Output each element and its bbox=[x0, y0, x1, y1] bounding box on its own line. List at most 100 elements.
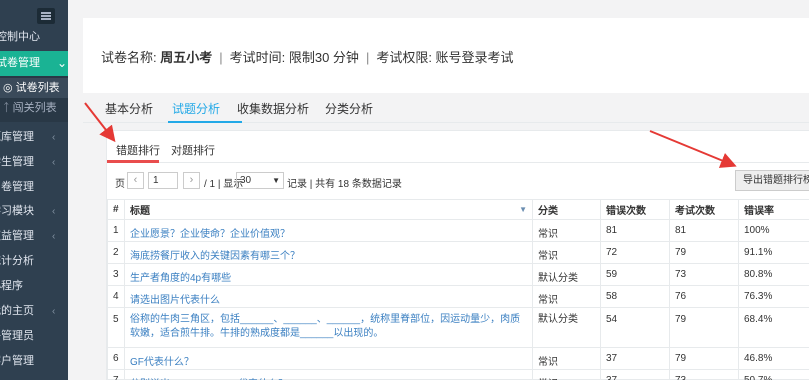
cell-index: 7 bbox=[107, 369, 125, 380]
caret-down-icon: ▼ bbox=[272, 176, 280, 185]
table-row: 2 海底捞餐厅收入的关键因素有哪三个？ 常识 72 79 91.1% bbox=[107, 241, 809, 264]
cell-error-rate: 50.7% bbox=[738, 369, 809, 380]
chevron-left-icon: ‹ bbox=[52, 157, 56, 168]
column-header-title-text: 标题 bbox=[130, 206, 150, 217]
next-page-button[interactable]: › bbox=[183, 172, 200, 189]
wrong-ranking-table: # 标题 ▼ 分类 错误次数 考试次数 错误率 1 企业愿景？企业使命？企业价值观… bbox=[107, 199, 809, 380]
cell-error-rate: 68.4% bbox=[738, 307, 809, 348]
table-row: 7 分别说出IW,MW,LP,VAC代表什么？ 常识 37 73 50.7% bbox=[107, 369, 809, 380]
sidebar-item-exams[interactable]: 试卷管理 ⌄ bbox=[0, 51, 68, 76]
cell-error-rate: 80.8% bbox=[738, 263, 809, 286]
cell-question-link[interactable]: 俗称的牛肉三角区，包括______、______、______，统称里脊部位，因… bbox=[124, 307, 533, 348]
subtab-wrong-ranking[interactable]: 错题排行 bbox=[116, 142, 160, 158]
sidebar-item-rights[interactable]: 权益管理 ‹ bbox=[0, 224, 68, 249]
table-row: 3 生产者角度的4p有哪些 默认分类 59 73 80.8% bbox=[107, 263, 809, 286]
cell-index: 4 bbox=[107, 285, 125, 308]
sidebar-submenu: ◎ 试卷列表 ᛏ 闯关列表 bbox=[0, 76, 68, 122]
table-row: 1 企业愿景？企业使命？企业价值观？ 常识 81 81 100% bbox=[107, 219, 809, 242]
cell-index: 2 bbox=[107, 241, 125, 264]
column-header-category[interactable]: 分类 bbox=[532, 199, 601, 220]
export-wrong-ranking-button[interactable]: 导出错题排行榜 bbox=[735, 170, 809, 191]
cell-error-rate: 91.1% bbox=[738, 241, 809, 264]
cell-category: 默认分类 bbox=[532, 307, 601, 348]
sidebar-item-label: 题库管理 bbox=[0, 131, 34, 143]
sidebar-subitem-level-list[interactable]: ᛏ 闯关列表 bbox=[0, 98, 68, 118]
sidebar-item-dashboard[interactable]: 控制中心 bbox=[0, 25, 68, 50]
cell-error-rate: 76.3% bbox=[738, 285, 809, 308]
cell-category: 默认分类 bbox=[532, 263, 601, 286]
exam-name-value: 周五小考 bbox=[160, 50, 213, 65]
prev-page-button[interactable]: ‹ bbox=[127, 172, 144, 189]
table-row: 5 俗称的牛肉三角区，包括______、______、______，统称里脊部位… bbox=[107, 307, 809, 348]
exam-time: 考试时间: 限制30 分钟 bbox=[229, 50, 359, 65]
cell-index: 1 bbox=[107, 219, 125, 242]
cell-question-link[interactable]: 分别说出IW,MW,LP,VAC代表什么？ bbox=[124, 369, 533, 380]
cell-index: 6 bbox=[107, 347, 125, 370]
exam-info-card: 试卷名称: 周五小考 | 考试时间: 限制30 分钟 | 考试权限: 账号登录考试 bbox=[83, 18, 809, 93]
sidebar-item-question-bank[interactable]: 题库管理 ‹ bbox=[0, 125, 68, 150]
sidebar-item-label: 学生管理 bbox=[0, 156, 34, 168]
cell-question-link[interactable]: 生产者角度的4p有哪些 bbox=[124, 263, 533, 286]
cell-category: 常识 bbox=[532, 285, 601, 308]
sidebar-item-label: 控制中心 bbox=[0, 31, 40, 43]
exam-info: 试卷名称: 周五小考 | 考试时间: 限制30 分钟 | 考试权限: 账号登录考试 bbox=[101, 47, 514, 66]
ranking-subtabs: 错题排行 对题排行 bbox=[107, 131, 809, 163]
exam-permission: 考试权限: 账号登录考试 bbox=[376, 50, 514, 65]
cell-exam-count: 81 bbox=[669, 219, 739, 242]
sidebar-item-learning[interactable]: 学习模块 ‹ bbox=[0, 199, 68, 224]
column-header-exam-count[interactable]: 考试次数 bbox=[669, 199, 739, 220]
table-row: 4 请选出图片代表什么 常识 58 76 76.3% bbox=[107, 285, 809, 308]
chevron-left-icon: ‹ bbox=[52, 132, 56, 143]
tab-basic-analysis[interactable]: 基本分析 bbox=[105, 100, 153, 117]
tab-collected-data-analysis[interactable]: 收集数据分析 bbox=[237, 100, 309, 117]
cell-question-link[interactable]: 企业愿景？企业使命？企业价值观？ bbox=[124, 219, 533, 242]
page-size-select[interactable]: 30 ▼ bbox=[236, 172, 284, 189]
chevron-left-icon: ‹ bbox=[52, 231, 56, 242]
sidebar-item-students[interactable]: 学生管理 ‹ bbox=[0, 150, 68, 175]
cell-question-link[interactable]: 海底捞餐厅收入的关键因素有哪三个？ bbox=[124, 241, 533, 264]
tab-question-analysis[interactable]: 试题分析 bbox=[172, 100, 220, 117]
cell-wrong-count: 59 bbox=[600, 263, 670, 286]
exam-name-label: 试卷名称: bbox=[101, 50, 161, 65]
column-header-title[interactable]: 标题 ▼ bbox=[124, 199, 533, 220]
sidebar-item-sub-admin[interactable]: 子管理员 bbox=[0, 324, 68, 349]
sidebar-item-stats[interactable]: 统计分析 bbox=[0, 249, 68, 274]
hamburger-icon[interactable] bbox=[37, 8, 55, 24]
cell-error-rate: 100% bbox=[738, 219, 809, 242]
chevron-down-icon: ⌄ bbox=[57, 56, 68, 70]
page-number-input[interactable]: 1 bbox=[148, 172, 178, 189]
column-header-error-rate[interactable]: 错误率 bbox=[738, 199, 809, 220]
sidebar-item-homepage[interactable]: 我的主页 ‹ bbox=[0, 299, 68, 324]
main-area: 试卷名称: 周五小考 | 考试时间: 限制30 分钟 | 考试权限: 账号登录考试 基本… bbox=[68, 0, 809, 380]
column-header-index: # bbox=[107, 199, 125, 220]
sidebar-item-surveys[interactable]: 问卷管理 bbox=[0, 175, 68, 200]
sidebar-item-customers[interactable]: 客户管理 bbox=[0, 349, 68, 374]
cell-exam-count: 73 bbox=[669, 263, 739, 286]
separator: | bbox=[219, 50, 223, 65]
cell-wrong-count: 81 bbox=[600, 219, 670, 242]
sidebar-subitem-exam-list[interactable]: ◎ 试卷列表 bbox=[0, 78, 68, 98]
cell-question-link[interactable]: 请选出图片代表什么 bbox=[124, 285, 533, 308]
cell-category: 常识 bbox=[532, 369, 601, 380]
sidebar-item-label: 客户管理 bbox=[0, 355, 34, 367]
tab-category-analysis[interactable]: 分类分析 bbox=[325, 100, 373, 117]
cell-wrong-count: 37 bbox=[600, 369, 670, 380]
cell-wrong-count: 54 bbox=[600, 307, 670, 348]
sidebar-item-label: 小程序 bbox=[0, 280, 23, 292]
page-label: 页 bbox=[115, 179, 125, 190]
sidebar-item-label: 学习模块 bbox=[0, 205, 34, 217]
records-count-text: 记录 | 共有 18 条数据记录 bbox=[287, 179, 402, 190]
cell-exam-count: 79 bbox=[669, 241, 739, 264]
cell-error-rate: 46.8% bbox=[738, 347, 809, 370]
sidebar-item-label: 我的主页 bbox=[0, 305, 34, 317]
ranking-panel: 错题排行 对题排行 页 ‹ 1 › / 1 | 显示 30 ▼ 记录 | 共有 1… bbox=[106, 130, 809, 380]
cell-wrong-count: 37 bbox=[600, 347, 670, 370]
cell-question-link[interactable]: GF代表什么？ bbox=[124, 347, 533, 370]
cell-wrong-count: 58 bbox=[600, 285, 670, 308]
active-subtab-indicator bbox=[107, 160, 159, 163]
sidebar-item-label: 统计分析 bbox=[0, 255, 34, 267]
subtab-correct-ranking[interactable]: 对题排行 bbox=[171, 142, 215, 158]
sort-down-icon[interactable]: ▼ bbox=[519, 205, 527, 214]
sidebar-item-miniprogram[interactable]: 小程序 bbox=[0, 274, 68, 299]
column-header-wrong-count[interactable]: 错误次数 bbox=[600, 199, 670, 220]
